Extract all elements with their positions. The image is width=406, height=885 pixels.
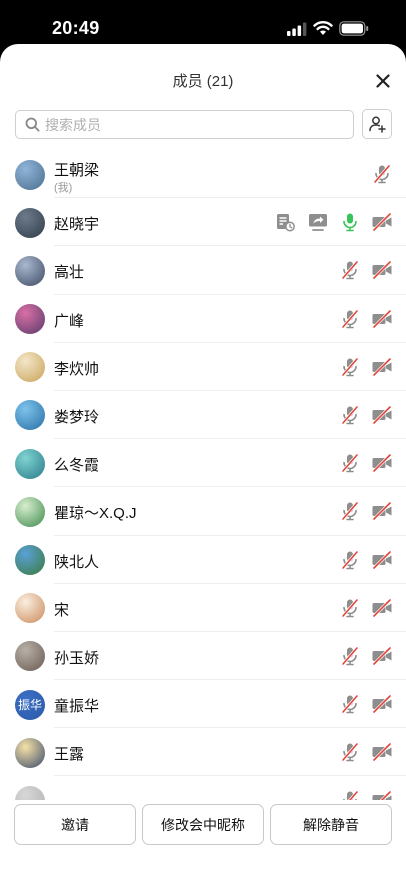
avatar xyxy=(15,207,45,238)
member-row[interactable]: 振华 童振华 xyxy=(0,680,406,729)
camera-off-icon[interactable] xyxy=(370,644,394,668)
microphone-muted-icon[interactable] xyxy=(338,548,362,572)
avatar xyxy=(15,159,45,190)
sheet-title: 成员 (21) xyxy=(172,73,234,90)
camera-off-icon[interactable] xyxy=(370,740,394,764)
camera-off-icon[interactable] xyxy=(370,210,394,234)
camera-off-icon[interactable] xyxy=(370,307,394,331)
member-list[interactable]: 王朝梁 (我) 赵晓宇高壮广峰李炊帅娄梦玲么冬霞瞿琼～X.Q.J 陕北人宋孙玉娇振华童… xyxy=(0,150,406,800)
member-row[interactable]: 高壮 xyxy=(0,246,406,295)
close-button[interactable] xyxy=(372,70,394,92)
microphone-muted-icon[interactable] xyxy=(338,596,362,620)
member-row[interactable]: 陕北人 xyxy=(0,536,406,584)
document-icon xyxy=(273,210,297,234)
close-icon xyxy=(376,74,390,88)
member-row[interactable]: 么冬霞 xyxy=(0,439,406,488)
status-bar: 20:49 xyxy=(0,0,406,44)
member-name: 孙玉娇 xyxy=(54,649,100,667)
add-member-button[interactable] xyxy=(362,109,392,139)
member-row[interactable]: 王露 xyxy=(0,728,406,777)
camera-off-icon[interactable] xyxy=(370,596,394,620)
bottom-action-bar: 邀请 修改会中昵称 解除静音 xyxy=(0,801,406,885)
avatar xyxy=(15,785,45,800)
microphone-muted-icon[interactable] xyxy=(338,307,362,331)
member-row[interactable]: 孙玉娇 xyxy=(0,632,406,681)
avatar xyxy=(15,545,45,575)
member-name: 童振华 xyxy=(54,698,100,716)
avatar xyxy=(15,641,45,672)
wifi-icon xyxy=(313,21,333,35)
search-input[interactable] xyxy=(45,116,325,133)
microphone-muted-icon[interactable] xyxy=(338,451,362,475)
member-name: 陕北人 xyxy=(54,553,100,571)
member-name: 宋 xyxy=(54,601,70,619)
member-self-tag: (我) xyxy=(54,182,73,194)
rename-button[interactable]: 修改会中昵称 xyxy=(142,804,264,845)
microphone-muted-icon[interactable] xyxy=(338,740,362,764)
avatar xyxy=(15,400,45,431)
member-name: 王朝梁 xyxy=(54,162,100,179)
avatar xyxy=(15,255,45,286)
microphone-muted-icon[interactable] xyxy=(338,788,362,800)
member-name: 广峰 xyxy=(54,312,85,330)
cellular-signal-icon xyxy=(287,22,307,36)
member-sheet: 成员 (21) 王朝梁 (我) 赵晓宇高壮广峰李炊帅娄梦玲么冬霞瞿琼～X.Q.J 陕北… xyxy=(0,44,406,885)
avatar-text: 振华 xyxy=(17,698,42,713)
avatar xyxy=(15,496,45,527)
battery-icon xyxy=(339,21,369,36)
microphone-muted-icon[interactable] xyxy=(338,692,362,716)
add-member-icon xyxy=(369,116,386,133)
camera-off-icon[interactable] xyxy=(370,692,394,716)
microphone-muted-icon[interactable] xyxy=(338,499,362,523)
avatar xyxy=(15,352,45,383)
microphone-muted-icon[interactable] xyxy=(338,258,362,282)
member-row[interactable]: 赵晓宇 xyxy=(0,198,406,247)
member-name: 娄梦玲 xyxy=(54,408,100,426)
camera-off-icon[interactable] xyxy=(370,403,394,427)
member-name: 瞿琼～X.Q.J xyxy=(54,505,137,523)
search-box[interactable] xyxy=(15,110,354,139)
camera-off-icon[interactable] xyxy=(370,499,394,523)
member-name: 么冬霞 xyxy=(54,457,100,475)
invite-button[interactable]: 邀请 xyxy=(14,804,136,845)
camera-off-icon[interactable] xyxy=(370,355,394,379)
status-time: 20:49 xyxy=(52,18,100,38)
member-name: 王露 xyxy=(54,746,85,764)
member-row[interactable]: 李炊帅 xyxy=(0,343,406,392)
member-row[interactable]: 娄梦玲 xyxy=(0,391,406,440)
member-row[interactable]: 广峰 xyxy=(0,295,406,343)
screen-share-icon xyxy=(306,210,330,234)
member-row[interactable]: 宋 xyxy=(0,584,406,633)
avatar: 振华 xyxy=(15,689,45,720)
camera-off-icon[interactable] xyxy=(370,451,394,475)
microphone-active-icon[interactable] xyxy=(338,210,362,234)
member-row[interactable] xyxy=(0,776,406,800)
member-name: 高壮 xyxy=(54,264,85,282)
member-row[interactable]: 王朝梁 (我) xyxy=(0,150,406,199)
camera-off-icon[interactable] xyxy=(370,258,394,282)
avatar xyxy=(15,593,45,624)
avatar xyxy=(15,737,45,768)
member-name: 李炊帅 xyxy=(54,360,100,378)
avatar xyxy=(15,304,45,335)
microphone-muted-icon[interactable] xyxy=(338,355,362,379)
microphone-muted-icon[interactable] xyxy=(338,644,362,668)
avatar xyxy=(15,448,45,479)
unmute-button[interactable]: 解除静音 xyxy=(270,804,392,845)
microphone-muted-icon[interactable] xyxy=(370,162,394,186)
member-row[interactable]: 瞿琼～X.Q.J xyxy=(0,487,406,536)
member-name: 赵晓宇 xyxy=(54,216,100,234)
camera-off-icon[interactable] xyxy=(370,788,394,800)
search-icon xyxy=(25,117,40,132)
camera-off-icon[interactable] xyxy=(370,548,394,572)
microphone-muted-icon[interactable] xyxy=(338,403,362,427)
